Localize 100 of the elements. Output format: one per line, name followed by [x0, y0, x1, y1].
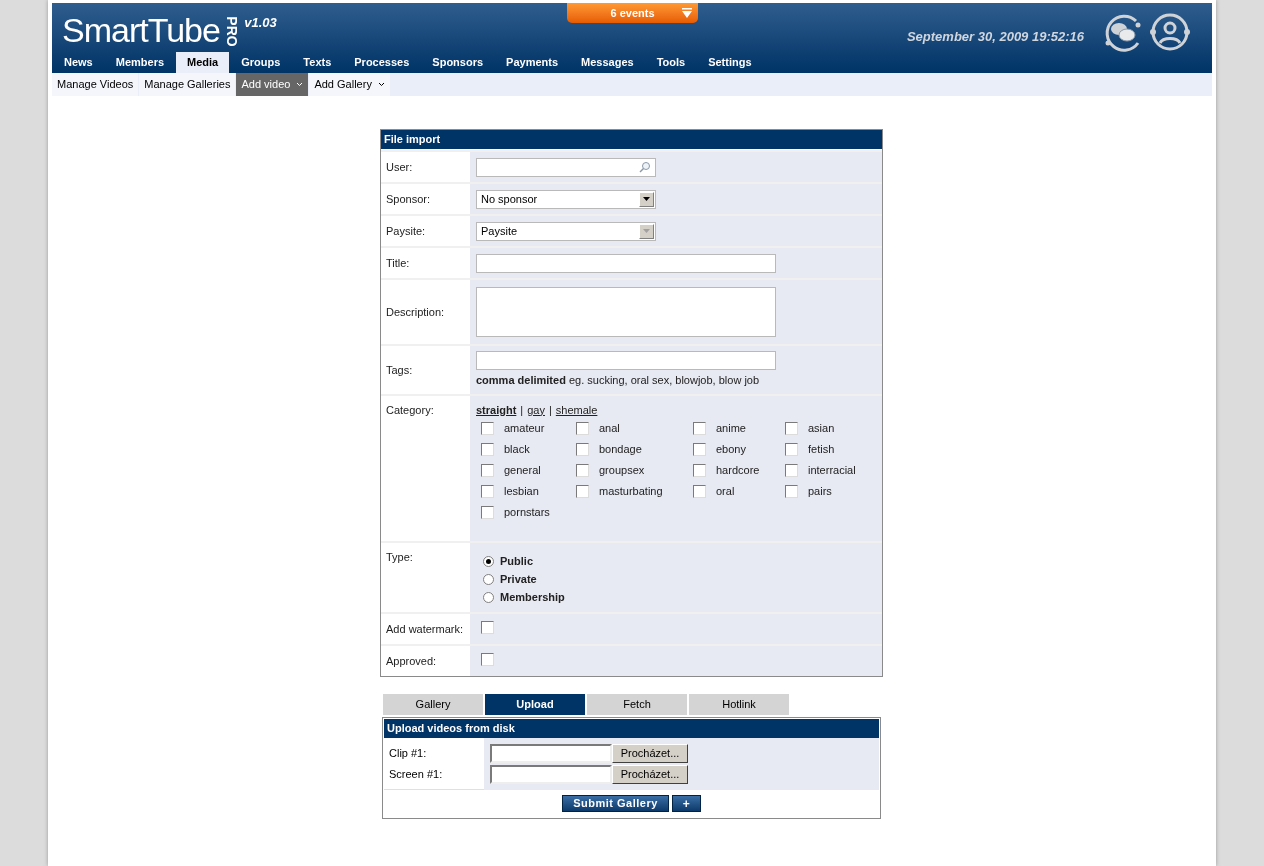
- checkbox[interactable]: [481, 485, 494, 498]
- checkbox[interactable]: [481, 621, 494, 634]
- field-label: Paysite:: [386, 223, 426, 239]
- checkbox[interactable]: [693, 422, 706, 435]
- nav-tab[interactable]: Sponsors: [421, 52, 495, 73]
- type-label: Public: [500, 553, 533, 569]
- category-label: fetish: [808, 442, 835, 458]
- separator: |: [520, 402, 524, 418]
- file-label: Screen #1:: [389, 766, 444, 782]
- checkbox[interactable]: [785, 485, 798, 498]
- checkbox[interactable]: [481, 422, 494, 435]
- checkbox[interactable]: [576, 422, 589, 435]
- category-label: masturbating: [599, 484, 663, 500]
- date-time: September 30, 2009 19:52:16: [906, 28, 1084, 46]
- category-label: oral: [716, 484, 735, 500]
- category-label: asian: [808, 421, 835, 437]
- select-field[interactable]: No sponsor: [476, 189, 656, 209]
- checkbox[interactable]: [693, 464, 706, 477]
- subnav-tab[interactable]: Add video: [236, 73, 309, 96]
- upload-tab[interactable]: Upload: [485, 694, 585, 715]
- category-label: anal: [599, 421, 620, 437]
- category-filter-link[interactable]: gay: [527, 401, 545, 418]
- file-field[interactable]: [490, 744, 612, 763]
- checkbox[interactable]: [785, 422, 798, 435]
- nav-tab[interactable]: Payments: [495, 52, 570, 73]
- caret-icon: [296, 82, 304, 87]
- browse-button[interactable]: Procházet...: [612, 765, 688, 784]
- tags-hint: comma delimited eg. sucking, oral sex, blowjob, blow job: [476, 373, 761, 388]
- tags-field[interactable]: [476, 351, 776, 370]
- submit-button[interactable]: Submit Gallery: [562, 795, 669, 812]
- version-label: v1.03: [244, 14, 277, 32]
- checkbox[interactable]: [785, 464, 798, 477]
- checkbox[interactable]: [785, 443, 798, 456]
- field-label: Category:: [386, 402, 434, 418]
- category-filter-link[interactable]: straight: [476, 401, 517, 418]
- nav-tab[interactable]: Settings: [697, 52, 763, 73]
- checkbox[interactable]: [576, 464, 589, 477]
- checkbox[interactable]: [576, 485, 589, 498]
- checkbox[interactable]: [481, 443, 494, 456]
- radio-button[interactable]: [483, 555, 494, 567]
- upload-tab[interactable]: Fetch: [587, 694, 687, 715]
- nav-tab[interactable]: Groups: [230, 52, 292, 73]
- checkbox[interactable]: [481, 653, 494, 666]
- caret-icon: [682, 8, 692, 18]
- category-label: pairs: [808, 484, 832, 500]
- radio-button[interactable]: [483, 591, 494, 603]
- nav-tab[interactable]: News: [53, 52, 104, 73]
- radio-button[interactable]: [483, 573, 494, 585]
- category-label: interracial: [808, 463, 856, 479]
- category-label: pornstars: [504, 505, 550, 521]
- category-label: amateur: [504, 421, 545, 437]
- subnav-tab[interactable]: Add Gallery: [309, 73, 390, 96]
- category-label: black: [504, 442, 530, 458]
- type-label: Private: [500, 571, 537, 587]
- nav-tab[interactable]: Texts: [292, 52, 343, 73]
- category-label: lesbian: [504, 484, 539, 500]
- search-icon: [639, 161, 651, 173]
- checkbox[interactable]: [481, 506, 494, 519]
- nav-tab[interactable]: Processes: [343, 52, 421, 73]
- field-label: Approved:: [386, 653, 437, 669]
- pro-label: PRO: [222, 16, 241, 47]
- type-label: Membership: [500, 589, 565, 605]
- category-label: ebony: [716, 442, 746, 458]
- field-label: Description:: [386, 304, 445, 320]
- field-label: Title:: [386, 255, 410, 271]
- checkbox[interactable]: [481, 464, 494, 477]
- category-filter-link[interactable]: shemale: [555, 401, 598, 418]
- category-label: groupsex: [599, 463, 645, 479]
- field-label: User:: [386, 159, 413, 175]
- nav-tab[interactable]: Messages: [570, 52, 645, 73]
- field-label: Add watermark:: [386, 621, 464, 637]
- nav-tab[interactable]: Tools: [645, 52, 697, 73]
- nav-tab[interactable]: Media: [176, 52, 230, 73]
- category-label: general: [504, 463, 541, 479]
- field-label: Sponsor:: [386, 191, 431, 207]
- user-search-field[interactable]: [476, 157, 656, 177]
- checkbox[interactable]: [693, 443, 706, 456]
- panel-title: File import: [381, 130, 882, 150]
- field-label: Type:: [386, 550, 413, 565]
- category-label: anime: [716, 421, 746, 437]
- separator: |: [548, 402, 552, 418]
- nav-tab[interactable]: Members: [104, 52, 176, 73]
- subnav-tab[interactable]: Manage Videos: [52, 73, 139, 96]
- category-label: bondage: [599, 442, 642, 458]
- file-field[interactable]: [490, 765, 612, 784]
- upload-tab[interactable]: Hotlink: [689, 694, 789, 715]
- add-button[interactable]: +: [671, 795, 701, 812]
- browse-button[interactable]: Procházet...: [612, 744, 688, 763]
- checkbox[interactable]: [693, 485, 706, 498]
- file-label: Clip #1:: [389, 745, 428, 761]
- panel-title: Upload videos from disk: [384, 719, 879, 738]
- field-label: Tags:: [386, 362, 413, 378]
- category-label: hardcore: [716, 463, 760, 479]
- caret-icon: [377, 82, 385, 87]
- upload-tab[interactable]: Gallery: [383, 694, 483, 715]
- logo-text: SmartTube: [62, 10, 220, 50]
- checkbox[interactable]: [576, 443, 589, 456]
- title-field[interactable]: [476, 253, 776, 273]
- description-field[interactable]: [476, 287, 776, 337]
- subnav-tab[interactable]: Manage Galleries: [139, 73, 236, 96]
